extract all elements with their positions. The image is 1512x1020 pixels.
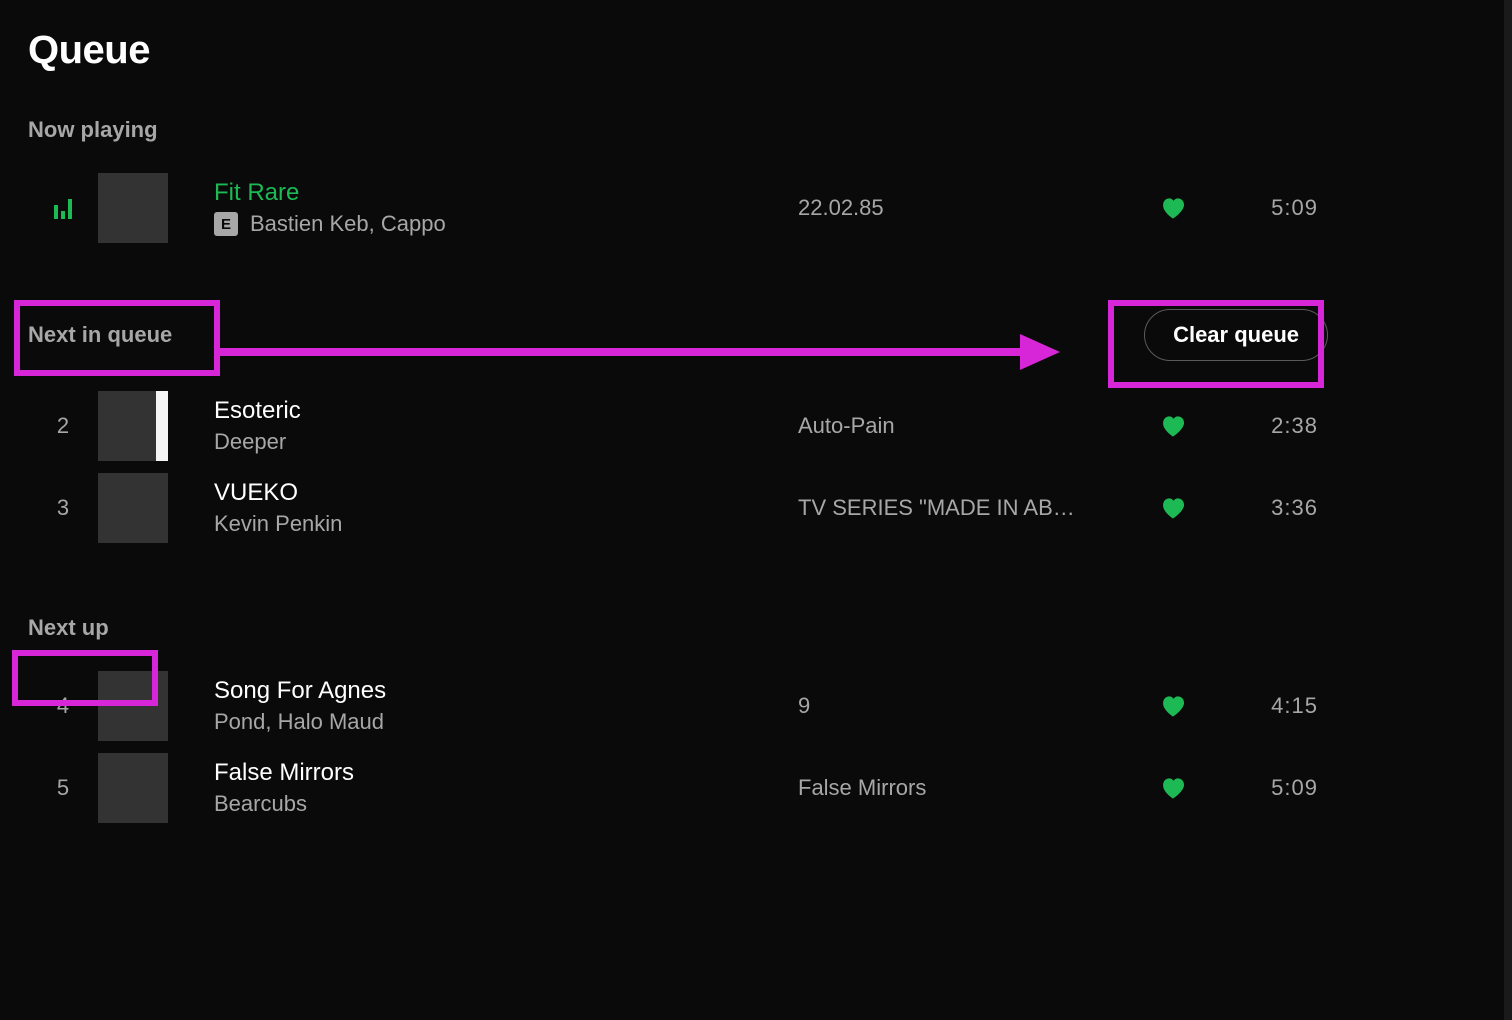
track-row[interactable]: 3 VUEKO Kevin Penkin TV SERIES "MADE IN … xyxy=(28,467,1328,549)
clear-queue-button[interactable]: Clear queue xyxy=(1144,309,1328,361)
track-album[interactable]: TV SERIES "MADE IN AB… xyxy=(798,495,1128,521)
track-artist[interactable]: Kevin Penkin xyxy=(214,511,342,537)
page-title: Queue xyxy=(28,28,1328,73)
explicit-badge: E xyxy=(214,212,238,236)
track-index: 5 xyxy=(28,775,98,801)
album-art[interactable] xyxy=(98,753,188,823)
track-album[interactable]: Auto-Pain xyxy=(798,413,1128,439)
track-duration: 4:15 xyxy=(1218,693,1328,719)
track-duration: 5:09 xyxy=(1218,775,1328,801)
track-album[interactable]: 22.02.85 xyxy=(798,195,1128,221)
album-art[interactable] xyxy=(98,671,188,741)
heart-icon[interactable] xyxy=(1128,412,1218,440)
scrollbar[interactable] xyxy=(1504,0,1512,1020)
album-art[interactable] xyxy=(98,391,188,461)
heart-icon[interactable] xyxy=(1128,774,1218,802)
track-title[interactable]: Song For Agnes xyxy=(214,677,798,705)
track-title[interactable]: Fit Rare xyxy=(214,179,798,207)
section-label-next-in-queue: Next in queue xyxy=(28,322,172,348)
section-label-now-playing: Now playing xyxy=(28,117,158,143)
track-artist[interactable]: Pond, Halo Maud xyxy=(214,709,384,735)
heart-icon[interactable] xyxy=(1128,692,1218,720)
track-row[interactable]: 5 False Mirrors Bearcubs False Mirrors 5… xyxy=(28,747,1328,829)
track-duration: 5:09 xyxy=(1218,195,1328,221)
track-artist[interactable]: Bearcubs xyxy=(214,791,307,817)
album-art[interactable] xyxy=(98,173,188,243)
track-duration: 2:38 xyxy=(1218,413,1328,439)
track-album[interactable]: False Mirrors xyxy=(798,775,1128,801)
track-row[interactable]: 4 Song For Agnes Pond, Halo Maud 9 4:15 xyxy=(28,665,1328,747)
heart-icon[interactable] xyxy=(1128,494,1218,522)
now-playing-indicator xyxy=(28,197,98,219)
track-album[interactable]: 9 xyxy=(798,693,1128,719)
track-title[interactable]: False Mirrors xyxy=(214,759,798,787)
track-index: 2 xyxy=(28,413,98,439)
track-row-now-playing[interactable]: Fit Rare E Bastien Keb, Cappo 22.02.85 5… xyxy=(28,167,1328,249)
track-title[interactable]: VUEKO xyxy=(214,479,798,507)
track-index: 4 xyxy=(28,693,98,719)
heart-icon[interactable] xyxy=(1128,194,1218,222)
section-label-next-up: Next up xyxy=(28,615,109,641)
track-artist[interactable]: Bastien Keb, Cappo xyxy=(250,211,446,237)
equalizer-icon xyxy=(28,197,98,219)
track-row[interactable]: 2 Esoteric Deeper Auto-Pain 2:38 xyxy=(28,385,1328,467)
track-title[interactable]: Esoteric xyxy=(214,397,798,425)
track-artist[interactable]: Deeper xyxy=(214,429,286,455)
track-index: 3 xyxy=(28,495,98,521)
album-art[interactable] xyxy=(98,473,188,543)
track-duration: 3:36 xyxy=(1218,495,1328,521)
